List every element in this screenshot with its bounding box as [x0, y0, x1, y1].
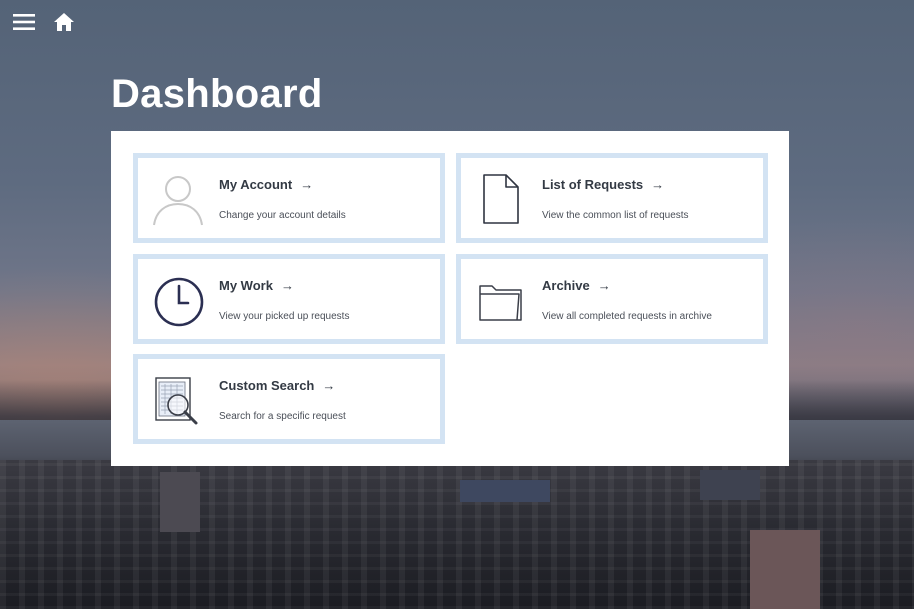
- my-account-card[interactable]: My Account → Change your account details: [133, 153, 445, 243]
- arrow-right-icon: →: [597, 278, 611, 293]
- search-document-icon: [150, 372, 206, 428]
- dashboard-panel: My Account → Change your account details…: [111, 131, 789, 466]
- home-icon[interactable]: [52, 10, 76, 34]
- my-work-card[interactable]: My Work → View your picked up requests: [133, 254, 445, 344]
- card-title: Archive →: [542, 278, 611, 293]
- top-bar: [12, 10, 76, 34]
- card-description: View the common list of requests: [542, 210, 689, 221]
- arrow-right-icon: →: [280, 278, 294, 293]
- card-title-text: List of Requests: [542, 177, 644, 192]
- document-icon: [473, 171, 529, 227]
- folder-icon: [473, 272, 529, 328]
- card-description: View your picked up requests: [219, 311, 350, 322]
- arrow-right-icon: →: [322, 378, 336, 393]
- background-building: [460, 480, 550, 502]
- background-building: [160, 472, 200, 532]
- background-city: [0, 460, 914, 609]
- card-description: Search for a specific request: [219, 411, 346, 422]
- custom-search-card[interactable]: Custom Search → Search for a specific re…: [133, 354, 445, 444]
- card-title-text: My Work: [219, 278, 273, 293]
- arrow-right-icon: →: [300, 177, 314, 192]
- card-title: My Account →: [219, 177, 313, 192]
- card-description: Change your account details: [219, 210, 346, 221]
- arrow-right-icon: →: [651, 177, 665, 192]
- hamburger-menu-icon[interactable]: [12, 10, 36, 34]
- card-description: View all completed requests in archive: [542, 311, 712, 322]
- clock-icon: [150, 272, 206, 328]
- card-title-text: Archive: [542, 278, 590, 293]
- card-title: My Work →: [219, 278, 294, 293]
- list-of-requests-card[interactable]: List of Requests → View the common list …: [456, 153, 768, 243]
- background-building: [750, 530, 820, 609]
- page-title: Dashboard: [111, 72, 323, 116]
- card-title: List of Requests →: [542, 177, 664, 192]
- archive-card[interactable]: Archive → View all completed requests in…: [456, 254, 768, 344]
- card-title: Custom Search →: [219, 378, 335, 393]
- background-building: [700, 470, 760, 500]
- card-title-text: Custom Search: [219, 378, 315, 393]
- user-icon: [150, 171, 206, 227]
- card-title-text: My Account: [219, 177, 293, 192]
